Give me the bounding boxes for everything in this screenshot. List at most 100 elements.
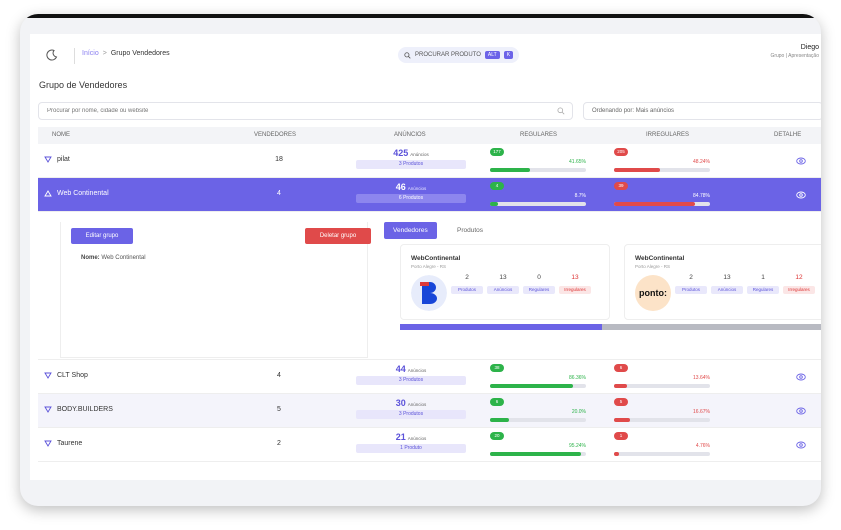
user-name: Diego [800,44,819,51]
stat-label[interactable]: Produtos [451,286,483,294]
vendors-count: 4 [277,372,281,379]
irregular-progress-fill [614,384,628,388]
products-tag[interactable]: 3 Produtos [356,410,466,419]
ads-count: 46 [395,182,406,192]
vendor-stat: 13 Anúncios [711,274,743,294]
regular-progress [490,168,586,172]
table-row[interactable]: pilat 18 425 Anúncios 3 Produtos 177 41.… [38,144,821,178]
tab-products[interactable]: Produtos [448,222,492,239]
products-tag[interactable]: 3 Produtos [356,160,466,169]
search-icon [404,51,411,59]
table-row[interactable]: BODY.BUILDERS 5 30 Anúncios 3 Produtos 6… [38,394,821,428]
eye-icon[interactable] [796,156,806,166]
col-header-regular[interactable]: REGULARES [520,132,557,138]
vendor-city: Porto Alegre - RS [411,264,447,269]
ads-cell: 44 Anúncios 3 Produtos [356,364,466,385]
stat-label[interactable]: Regulares [747,286,779,294]
scrollbar-thumb[interactable] [400,324,603,330]
edit-group-button[interactable]: Editar grupo [71,228,133,244]
breadcrumb-home[interactable]: Início [82,50,99,57]
breadcrumb-separator: > [102,50,107,57]
sellers-group-card: Grupo de Vendedores Ordenando por: Mais … [30,70,821,480]
products-tag[interactable]: 1 Produto [356,444,466,453]
eye-icon[interactable] [796,406,806,416]
b-logo [411,275,447,311]
chevron-down-icon[interactable] [44,440,52,447]
stat-label[interactable]: Produtos [675,286,707,294]
vendor-card[interactable]: WebContinental Porto Alegre - RS 2 Produ… [400,244,610,320]
regular-progress [490,384,586,388]
order-select[interactable]: Ordenando por: Mais anúncios [583,102,821,120]
search-input[interactable] [38,102,573,120]
col-header-ads[interactable]: ANÚNCIOS [394,132,426,138]
regular-progress-fill [490,384,573,388]
stat-value: 12 [795,274,803,281]
products-tag[interactable]: 6 Produtos [356,194,466,203]
search-icon [557,107,565,115]
irregular-metric: 1 4.76% [614,432,710,456]
col-header-irregular[interactable]: IRREGULARES [646,132,689,138]
ads-label: Anúncios [407,436,427,441]
vendor-stat: 12 Irregulares [783,274,815,294]
vendor-stat: 0 Regulares [523,274,555,294]
irregular-progress-fill [614,452,619,456]
regular-percent: 86.36% [569,375,586,381]
vendors-count: 18 [275,156,283,163]
irregular-badge: 1 [614,432,628,440]
irregular-progress [614,452,710,456]
horizontal-scrollbar[interactable] [400,324,821,330]
regular-badge: 4 [490,182,504,190]
vendors-count: 4 [277,190,281,197]
delete-group-button[interactable]: Deletar grupo [305,228,371,244]
chevron-down-icon[interactable] [44,372,52,379]
irregular-metric: 205 48.24% [614,148,710,172]
stat-label[interactable]: Anúncios [711,286,743,294]
chevron-down-icon[interactable] [44,156,52,163]
col-header-name[interactable]: NOME [52,132,70,138]
eye-icon[interactable] [796,440,806,450]
eye-icon[interactable] [796,190,806,200]
regular-percent: 20.0% [571,409,586,415]
irregular-badge: 6 [614,364,628,372]
regular-progress-fill [490,168,530,172]
row-name-cell: Taurene [44,440,82,447]
moon-icon[interactable] [46,49,58,61]
stat-label[interactable]: Anúncios [487,286,519,294]
chevron-down-icon[interactable] [44,406,52,413]
chevron-up-icon[interactable] [44,190,52,197]
stat-value: 1 [761,274,765,281]
product-search-button[interactable]: PROCURAR PRODUTO ALT K [398,47,520,63]
shortcut-key-k: K [503,51,514,59]
col-header-vendors[interactable]: VENDEDORES [254,132,296,138]
stat-label[interactable]: Irregulares [559,286,591,294]
regular-badge: 38 [490,364,504,372]
products-tag[interactable]: 3 Produtos [356,376,466,385]
breadcrumb-current: Grupo Vendedores [110,50,170,57]
regular-metric: 38 86.36% [490,364,586,388]
ads-label: Anúncios [407,402,427,407]
stat-label[interactable]: Regulares [523,286,555,294]
vendor-stat: 2 Produtos [451,274,483,294]
table-row[interactable]: Web Continental 4 46 Anúncios 6 Produtos… [38,178,821,212]
vendor-stat: 13 Irregulares [559,274,591,294]
table-row[interactable]: CLT Shop 4 44 Anúncios 3 Produtos 38 86.… [38,360,821,394]
table-row[interactable]: Taurene 2 21 Anúncios 1 Produto 20 95.24… [38,428,821,462]
ads-label: Anúncios [410,152,429,157]
vendor-card[interactable]: WebContinental Porto Alegre - RS ponto: … [624,244,821,320]
stat-label[interactable]: Irregulares [783,286,815,294]
stat-value: 2 [689,274,693,281]
vendor-stat: 2 Produtos [675,274,707,294]
regular-badge: 6 [490,398,504,406]
irregular-badge: 5 [614,398,628,406]
eye-icon[interactable] [796,372,806,382]
regular-progress-fill [490,202,499,206]
vendor-name: WebContinental [411,255,461,262]
app-frame: Início > Grupo Vendedores PROCURAR PRODU… [20,14,821,506]
irregular-percent: 48.24% [693,159,710,165]
ads-count: 44 [395,364,406,374]
regular-progress-fill [490,418,510,422]
user-menu[interactable]: Diego Grupo | Apresentação [770,44,819,59]
regular-metric: 4 8.7% [490,182,586,206]
group-detail-panel: Editar grupo Deletar grupo Nome: Web Con… [38,214,821,360]
tab-vendors[interactable]: Vendedores [384,222,437,239]
